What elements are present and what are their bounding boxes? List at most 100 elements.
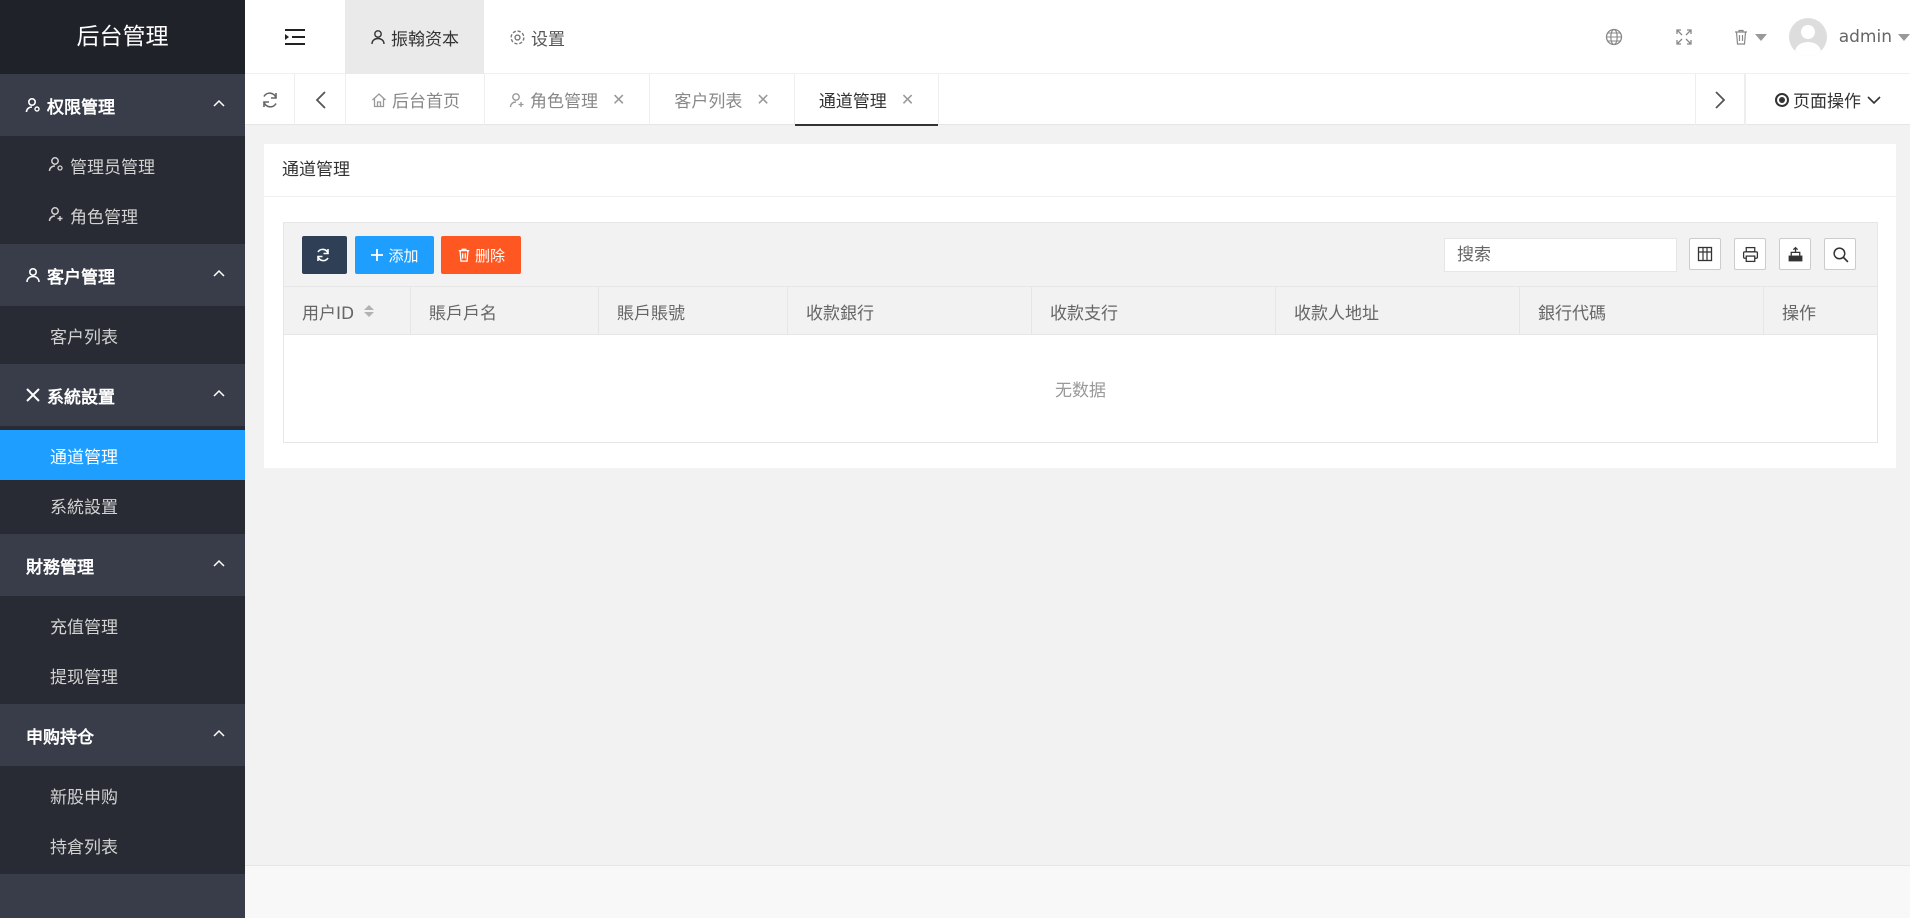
top-nav-label: 设置: [531, 29, 565, 50]
chevron-down-icon: [1867, 95, 1881, 104]
column-header-label: 收款支行: [1050, 303, 1118, 324]
sidebar-item-channel-management[interactable]: 通道管理: [0, 430, 245, 480]
sidebar-item-label: 充值管理: [50, 617, 118, 638]
sidebar-group-label: 客户管理: [47, 267, 115, 288]
export-button[interactable]: [1779, 238, 1811, 270]
plus-icon: [371, 249, 384, 261]
sidebar-item-label: 管理员管理: [70, 157, 155, 178]
top-header: 振翰资本 设置 admin: [245, 0, 1910, 74]
caret-down-icon: [1898, 33, 1910, 41]
user-plus-icon: [509, 92, 524, 107]
sidebar-group-label: 財務管理: [26, 557, 94, 578]
header-tools: admin: [1579, 0, 1910, 74]
sidebar-item-recharge-management[interactable]: 充值管理: [0, 600, 245, 650]
top-nav-company[interactable]: 振翰资本: [345, 0, 484, 74]
sidebar-group-label: 申购持仓: [26, 727, 94, 748]
user-menu[interactable]: admin: [1788, 18, 1910, 56]
sidebar-item-holdings-list[interactable]: 持倉列表: [0, 820, 245, 870]
refresh-button[interactable]: [302, 236, 347, 274]
sidebar-group-label: 系統設置: [47, 387, 115, 408]
close-icon[interactable]: ✕: [756, 90, 769, 109]
tabs: 后台首页 角色管理 ✕ 客户列表 ✕ 通道管理 ✕: [347, 74, 940, 126]
sidebar-group-permissions[interactable]: 权限管理: [0, 74, 245, 136]
sidebar-group-finance[interactable]: 財務管理: [0, 534, 245, 596]
chevron-up-icon: [213, 389, 225, 397]
sidebar-item-admin-management[interactable]: 管理员管理: [0, 140, 245, 190]
delete-button[interactable]: 删除: [441, 236, 521, 274]
fullscreen-icon: [1676, 29, 1692, 45]
close-icon[interactable]: ✕: [612, 90, 625, 109]
gear-icon: [510, 29, 525, 45]
app-title: 后台管理: [0, 0, 245, 74]
table-header: 用户ID 賬戶戶名 賬戶賬號 收款銀行 收款支行 收款人地址 銀行代碼 操作: [284, 287, 1877, 335]
column-header-bank: 收款銀行: [788, 287, 1032, 335]
sidebar-item-label: 提现管理: [50, 667, 118, 688]
columns-filter-button[interactable]: [1689, 238, 1721, 270]
columns-icon: [1697, 246, 1713, 262]
sidebar-item-label: 客户列表: [50, 327, 118, 348]
sidebar-item-label: 角色管理: [70, 207, 138, 228]
page-operations-label: 页面操作: [1793, 92, 1861, 112]
refresh-icon: [262, 91, 277, 108]
tab-channel-management[interactable]: 通道管理 ✕: [794, 74, 940, 126]
sidebar-item-customer-list[interactable]: 客户列表: [0, 310, 245, 360]
sidebar-group-customers[interactable]: 客户管理: [0, 244, 245, 306]
column-header-user-id[interactable]: 用户ID: [284, 287, 411, 335]
tab-label: 后台首页: [392, 92, 460, 112]
search-input[interactable]: 搜索: [1444, 238, 1677, 272]
sidebar-item-label: 通道管理: [50, 447, 118, 468]
column-header-label: 收款銀行: [806, 303, 874, 324]
delete-label: 删除: [474, 246, 505, 265]
user-icon: [24, 266, 42, 284]
user-key-icon: [24, 96, 42, 114]
tabs-scroll-left-button[interactable]: [296, 74, 346, 125]
refresh-icon: [316, 248, 329, 262]
clear-cache-button[interactable]: [1719, 0, 1781, 74]
tools-icon: [24, 386, 42, 404]
sidebar-item-withdraw-management[interactable]: 提现管理: [0, 650, 245, 700]
content-card: 通道管理 添加 删除 搜索 用户ID 賬戶戶名 賬戶賬號 收款銀行 收款支行 收…: [264, 144, 1896, 468]
tab-customer-list[interactable]: 客户列表 ✕: [650, 74, 795, 125]
sidebar-item-label: 系統設置: [50, 497, 118, 518]
fullscreen-button[interactable]: [1649, 0, 1719, 74]
top-nav: 振翰资本 设置: [345, 0, 590, 74]
column-header-label: 用户ID: [302, 303, 355, 324]
column-header-payee-address: 收款人地址: [1276, 287, 1520, 335]
page-operations-dropdown[interactable]: 页面操作: [1745, 74, 1910, 125]
top-nav-settings[interactable]: 设置: [484, 0, 590, 74]
sidebar-item-ipo-subscription[interactable]: 新股申购: [0, 770, 245, 820]
close-icon[interactable]: ✕: [901, 90, 914, 109]
trash-icon: [458, 248, 470, 262]
refresh-tab-button[interactable]: [245, 74, 295, 125]
menu-toggle-button[interactable]: [245, 0, 345, 74]
column-header-label: 銀行代碼: [1538, 303, 1606, 324]
sidebar: 后台管理 权限管理 管理员管理 角色管理 客户管理 客户列表 系統設置 通道管理: [0, 0, 245, 918]
tabs-scroll-right-button[interactable]: [1695, 74, 1745, 125]
home-icon: [372, 92, 386, 107]
sidebar-group-subscriptions[interactable]: 申购持仓: [0, 704, 245, 766]
language-button[interactable]: [1579, 0, 1649, 74]
tab-role-management[interactable]: 角色管理 ✕: [485, 74, 651, 125]
column-header-actions: 操作: [1764, 287, 1877, 335]
column-header-bank-code: 銀行代碼: [1520, 287, 1764, 335]
sidebar-group-label: 权限管理: [47, 97, 115, 118]
card-title: 通道管理: [264, 144, 1896, 197]
top-nav-label: 振翰资本: [391, 29, 459, 50]
user-plus-icon: [48, 206, 66, 224]
tab-home[interactable]: 后台首页: [347, 74, 485, 125]
sidebar-item-role-management[interactable]: 角色管理: [0, 190, 245, 240]
print-button[interactable]: [1734, 238, 1766, 270]
user-icon: [371, 30, 385, 45]
data-table: 添加 删除 搜索 用户ID 賬戶戶名 賬戶賬號 收款銀行 收款支行 收款人地址 …: [283, 222, 1878, 443]
sidebar-item-system-settings[interactable]: 系統設置: [0, 480, 245, 530]
menu-fold-icon: [285, 29, 305, 45]
search-toggle-button[interactable]: [1824, 238, 1856, 270]
column-header-account-name: 賬戶戶名: [411, 287, 599, 335]
sidebar-group-system-settings[interactable]: 系統設置: [0, 364, 245, 426]
sort-icon[interactable]: [364, 305, 375, 317]
table-toolbar: 添加 删除 搜索: [284, 223, 1877, 287]
chevron-up-icon: [213, 729, 225, 737]
tab-label: 客户列表: [674, 92, 743, 112]
add-button[interactable]: 添加: [355, 236, 434, 274]
caret-down-icon: [1754, 33, 1767, 41]
